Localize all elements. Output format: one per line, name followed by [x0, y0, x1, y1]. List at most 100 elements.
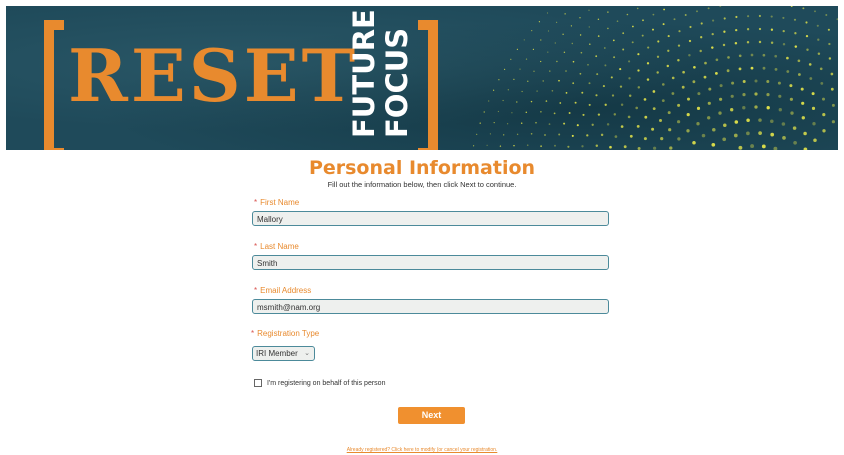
decor-dot	[647, 78, 649, 80]
decor-dot	[738, 146, 742, 150]
decor-dot	[790, 98, 793, 101]
decor-dot	[598, 19, 599, 20]
decor-dot	[546, 100, 548, 102]
decor-dot	[656, 71, 658, 73]
decor-dot	[814, 10, 816, 12]
decor-dot	[731, 82, 734, 85]
decor-dot	[644, 98, 647, 101]
decor-dot	[544, 134, 546, 136]
decor-dot	[662, 99, 665, 102]
decor-dot	[627, 14, 629, 16]
decor-dot	[622, 32, 624, 34]
decor-dot	[746, 132, 750, 136]
decor-dot	[678, 44, 680, 46]
decor-dot	[708, 102, 711, 105]
decor-dot	[758, 131, 762, 135]
decor-dot	[536, 90, 537, 91]
decor-dot	[663, 9, 665, 11]
decor-dot	[571, 25, 572, 26]
decor-dot	[682, 71, 685, 74]
decor-dot	[798, 59, 801, 62]
decor-dot	[565, 13, 566, 14]
decor-dot	[580, 34, 581, 35]
decor-dot	[611, 76, 613, 78]
decor-dot	[697, 92, 700, 95]
decor-dot	[657, 40, 659, 42]
decor-dot	[711, 143, 715, 147]
next-button[interactable]: Next	[398, 407, 465, 424]
decor-dot	[527, 144, 529, 146]
decor-dot	[828, 43, 830, 45]
decor-dot	[558, 134, 560, 136]
decor-dot	[697, 107, 700, 110]
decor-dot	[708, 7, 710, 9]
decor-dot	[759, 41, 761, 43]
decor-dot	[668, 35, 670, 37]
decor-dot	[742, 93, 745, 96]
decor-dot	[786, 57, 789, 60]
registration-type-label: * Registration Type	[251, 328, 319, 340]
decor-dot	[789, 84, 792, 87]
decor-dot	[778, 82, 781, 85]
decor-dot	[794, 19, 796, 21]
already-registered-link[interactable]: Already registered? Click here to modify…	[0, 447, 844, 454]
registration-type-select[interactable]: IRI Member ⌄	[252, 346, 315, 361]
decor-dot	[782, 122, 786, 126]
first-name-field[interactable]: Mallory	[252, 211, 609, 226]
decor-dot	[775, 68, 778, 71]
decor-dot	[526, 112, 527, 113]
decor-dot	[566, 92, 568, 94]
decor-dot	[712, 33, 714, 35]
decor-dot	[635, 107, 638, 110]
decor-dot	[832, 104, 835, 107]
decor-dot	[829, 57, 831, 59]
last-name-field[interactable]: Smith	[252, 255, 609, 270]
decor-dot	[813, 138, 817, 142]
decor-dot	[770, 133, 774, 137]
decor-dot	[696, 10, 698, 12]
reset-logo: RESET	[68, 36, 358, 116]
decor-dot	[763, 67, 766, 70]
decor-dot	[817, 25, 819, 27]
decor-dot	[809, 77, 812, 80]
decor-dot	[837, 18, 838, 20]
decor-dot	[809, 63, 812, 66]
email-label-text: Email Address	[260, 286, 311, 295]
decor-dot	[712, 20, 714, 22]
decor-dot	[519, 69, 520, 70]
decor-dot	[619, 68, 621, 70]
decor-dot	[759, 28, 761, 30]
decor-dot	[587, 64, 589, 66]
decor-dot	[696, 122, 699, 125]
decor-dot	[699, 50, 701, 52]
right-bracket	[418, 20, 438, 150]
decor-dot	[498, 111, 499, 112]
tagline-future: FUTURE	[348, 18, 381, 138]
decor-dot	[692, 141, 696, 145]
decor-dot	[803, 132, 807, 136]
decor-dot	[565, 70, 567, 72]
decor-dot	[607, 28, 609, 30]
decor-dot	[637, 53, 639, 55]
decor-dot	[490, 133, 491, 134]
decor-dot	[558, 80, 560, 82]
decor-dot	[798, 73, 801, 76]
decor-dot	[651, 128, 654, 131]
decor-dot	[750, 144, 754, 148]
decor-dot	[700, 36, 702, 38]
decor-dot	[818, 52, 820, 54]
decor-dot	[782, 136, 786, 140]
decor-dot	[581, 145, 583, 147]
decor-dot	[632, 41, 634, 43]
decor-dot	[493, 90, 494, 91]
on-behalf-row[interactable]: I'm registering on behalf of this person	[254, 378, 385, 388]
decor-dot	[708, 88, 711, 91]
registration-type-value: IRI Member	[256, 349, 298, 358]
email-field[interactable]: msmith@nam.org	[252, 299, 609, 314]
on-behalf-checkbox[interactable]	[254, 379, 262, 387]
decor-dot	[783, 30, 785, 32]
first-name-label: * First Name	[254, 197, 299, 209]
decor-dot	[572, 82, 574, 84]
decor-dot	[607, 123, 609, 125]
decor-dot	[531, 30, 532, 31]
